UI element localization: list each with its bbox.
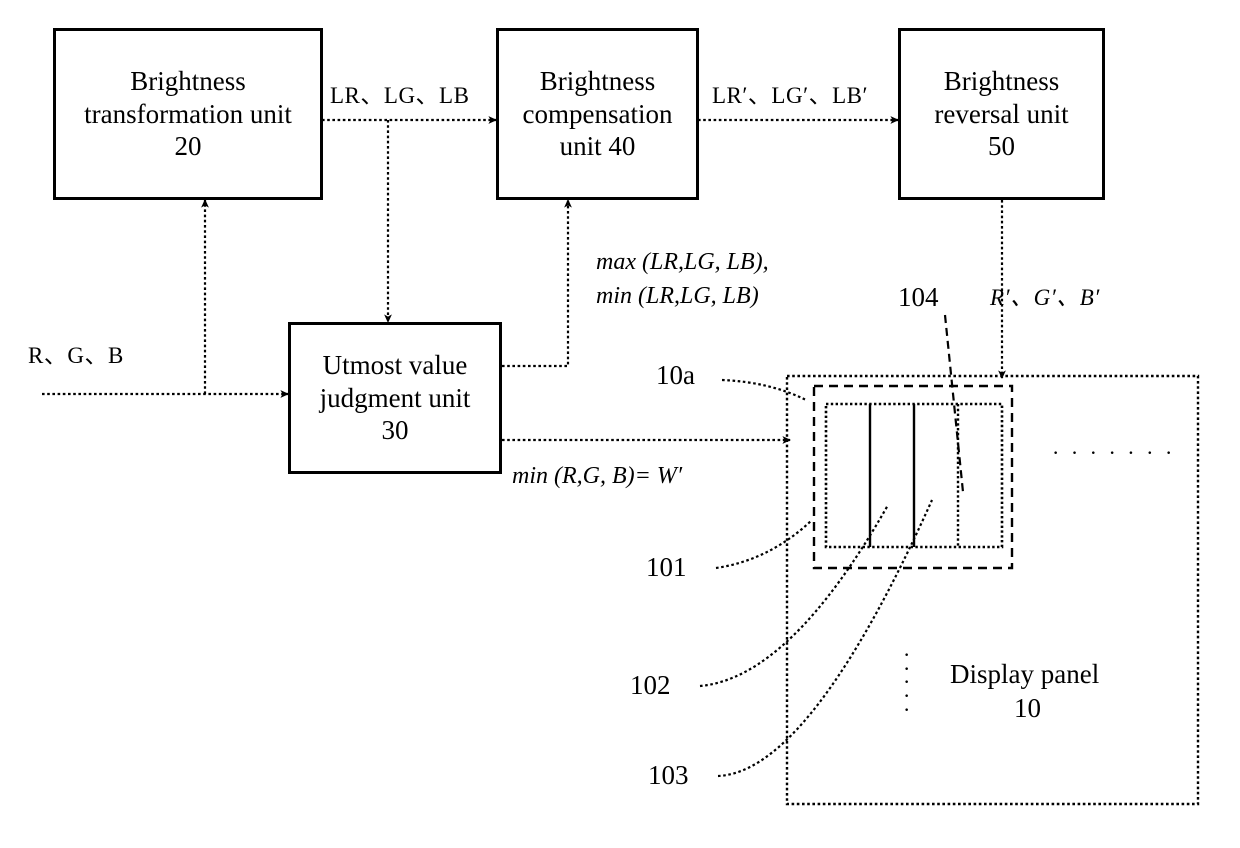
signal-label-lr-lg-lb-prime: LR′、LG′、LB′ (712, 83, 869, 108)
reference-numeral-104: 104 (898, 282, 939, 312)
panel-title-line2: 10 (1014, 693, 1041, 723)
leader-10a (721, 378, 807, 401)
panel-title-line1: Display panel (950, 659, 1100, 689)
reference-numeral-103: 103 (648, 760, 689, 790)
block-reversal-label: Brightness reversal unit 50 (934, 66, 1069, 162)
block-utmost-value-judgment-unit[interactable]: Utmost value judgment unit 30 (288, 322, 502, 474)
wire-judgment-to-compensation (502, 198, 572, 368)
formula-max-lrlglb: max (LR,LG, LB), (596, 249, 769, 275)
block-brightness-reversal-unit[interactable]: Brightness reversal unit 50 (898, 28, 1105, 200)
signal-label-lr-lg-lb: LR、LG、LB (330, 83, 470, 108)
signal-label-rgb-prime: R′、G′、B′ (990, 285, 1100, 310)
panel-ellipsis-vertical: · · · · · (903, 642, 911, 722)
leader-102 (699, 504, 889, 688)
block-compensation-label: Brightness compensation unit 40 (522, 66, 673, 162)
leader-101 (715, 519, 813, 570)
reference-numeral-102: 102 (630, 670, 671, 700)
panel-ellipsis-horizontal: · · · · · · · (1052, 440, 1176, 465)
figure-canvas: Brightness transformation unit 20 Brightne… (0, 0, 1240, 848)
reference-numeral-10a: 10a (656, 360, 695, 390)
block-transformation-label: Brightness transformation unit 20 (84, 66, 292, 162)
block-brightness-transformation-unit[interactable]: Brightness transformation unit 20 (53, 28, 323, 200)
block-judgment-label: Utmost value judgment unit 30 (319, 350, 471, 446)
signal-label-rgb-input: R、G、B (28, 343, 124, 368)
formula-min-lrlglb: min (LR,LG, LB) (596, 283, 759, 309)
reference-numeral-101: 101 (646, 552, 687, 582)
formula-min-rgb-equals-w: min (R,G, B)= W′ (512, 463, 683, 489)
block-brightness-compensation-unit[interactable]: Brightness compensation unit 40 (496, 28, 699, 200)
